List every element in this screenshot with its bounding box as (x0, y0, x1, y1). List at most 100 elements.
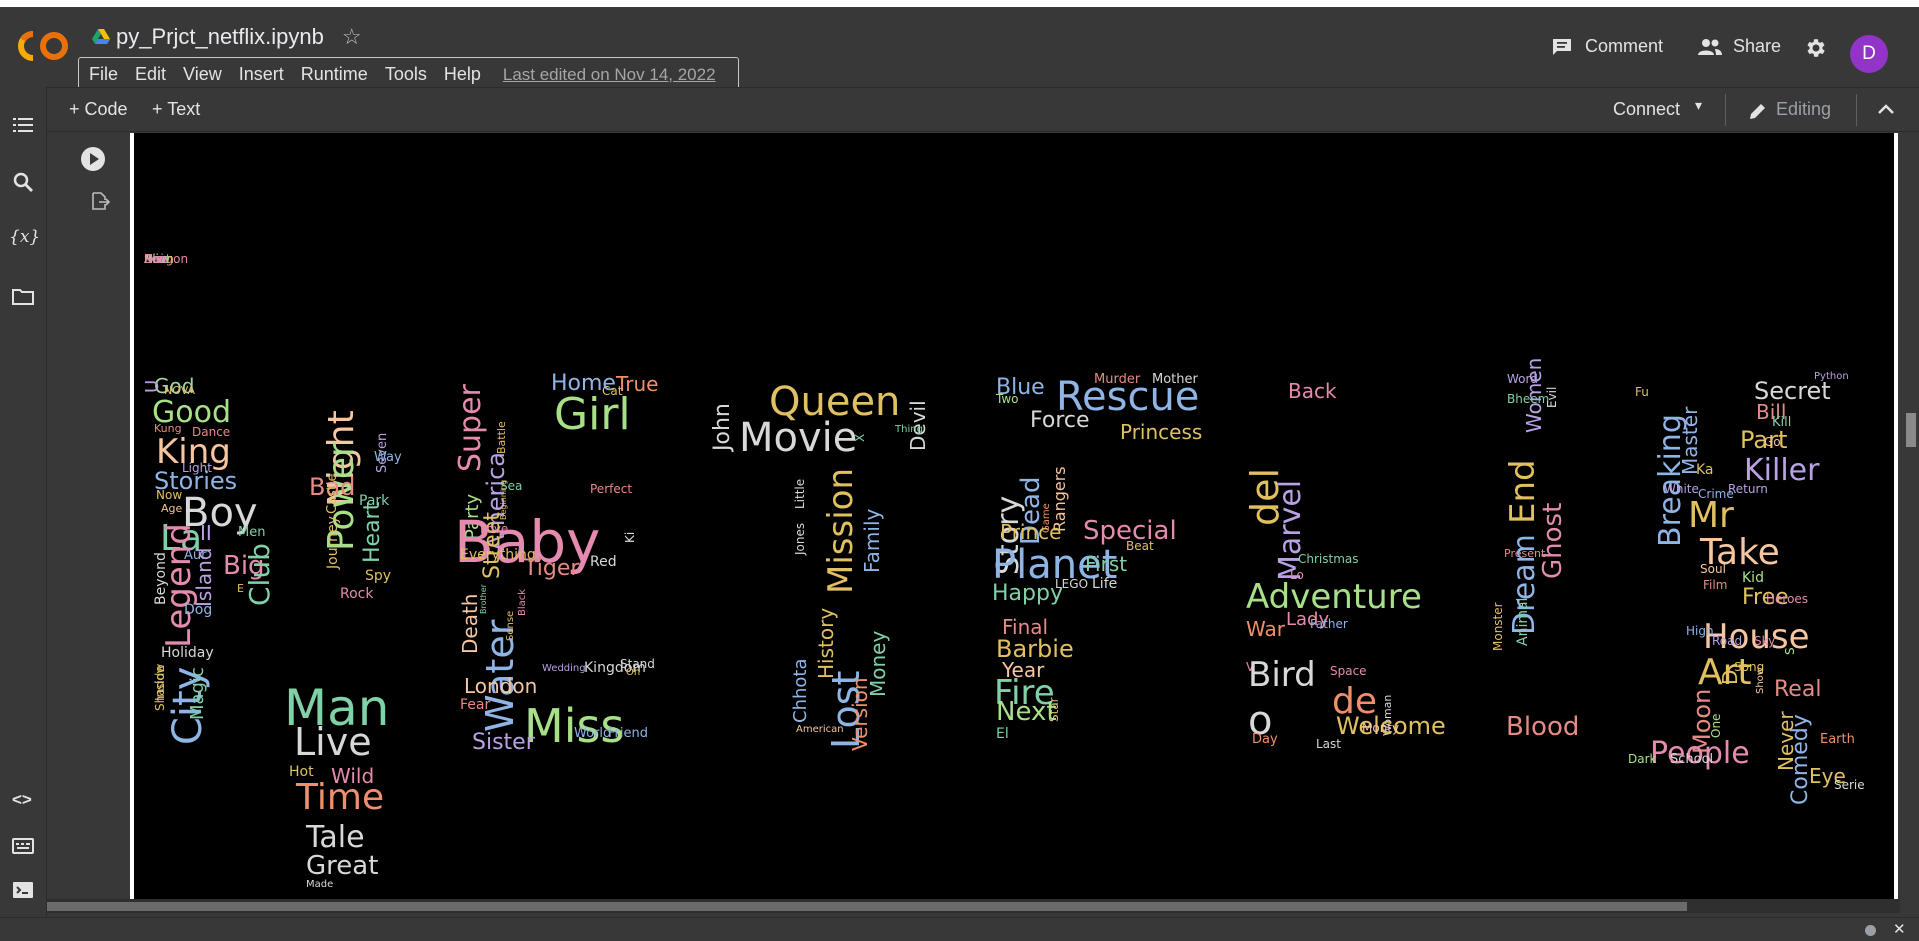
wordcloud-word: World (574, 726, 612, 741)
menu-edit[interactable]: Edit (135, 64, 166, 85)
wordcloud-word: Day (1252, 732, 1278, 747)
wordcloud-word: Bird (1248, 655, 1316, 695)
menu-insert[interactable]: Insert (239, 64, 284, 85)
wordcloud-word: Age (161, 502, 183, 515)
last-edited-link[interactable]: Last edited on Nov 14, 2022 (503, 65, 716, 85)
wordcloud-word: Women (1522, 357, 1546, 433)
wordcloud-word: Time (296, 777, 385, 818)
menu-help[interactable]: Help (444, 64, 481, 85)
wordcloud-word: Return (1728, 482, 1768, 496)
wordcloud-word: Great (306, 851, 379, 881)
wordcloud-word: Final (1002, 615, 1049, 639)
vertical-scrollbar[interactable] (1900, 133, 1919, 899)
status-bar: ✕ (0, 917, 1919, 941)
wordcloud-word: Road (1712, 634, 1743, 648)
wordcloud-word: Go (1764, 435, 1781, 449)
horizontal-scrollbar[interactable] (47, 899, 1900, 913)
wordcloud-word: X (853, 433, 867, 443)
menu-file[interactable]: File (89, 64, 118, 85)
wordcloud-word: Kid (1742, 570, 1764, 586)
wordcloud-word: Son (144, 252, 167, 266)
wordcloud-word: Heroes (1766, 592, 1809, 606)
google-drive-icon (92, 29, 110, 44)
connect-button[interactable]: Connect (1613, 99, 1680, 120)
files-folder-icon[interactable] (11, 285, 35, 309)
pencil-icon (1750, 104, 1765, 119)
wordcloud-word: Friend (608, 726, 648, 741)
share-button[interactable]: Share (1697, 36, 1781, 57)
wordcloud-word: II (200, 521, 212, 545)
status-dot-icon (1865, 925, 1876, 936)
wordcloud-word: History (814, 607, 838, 679)
wordcloud-word: Fu (1635, 385, 1649, 399)
toolbar-divider (1725, 94, 1726, 126)
wordcloud-word: Version (848, 677, 872, 751)
comment-button[interactable]: Comment (1551, 36, 1663, 57)
wordcloud-word: Tiger (524, 556, 580, 581)
wordcloud-word: Chhota (790, 658, 811, 723)
wordcloud-word: Magic (187, 667, 208, 720)
horizontal-scroll-thumb[interactable] (47, 902, 1687, 911)
wordcloud-word: Father (1310, 617, 1348, 631)
command-palette-icon[interactable] (11, 834, 35, 858)
wordcloud-word: Family (860, 508, 884, 573)
cell-output-wordcloud: God U NOVA Good Kung Dance King Light Stories Now… (130, 133, 1898, 899)
wordcloud-word: Film (1703, 578, 1728, 592)
star-icon[interactable]: ☆ (342, 24, 362, 50)
wordcloud-word: Force (1030, 408, 1090, 433)
wordcloud-word: High (1686, 624, 1714, 638)
wordcloud-word: Live (294, 720, 372, 764)
menu-tools[interactable]: Tools (385, 64, 427, 85)
vertical-scroll-thumb[interactable] (1906, 413, 1916, 447)
wordcloud-word: Journey (325, 515, 341, 569)
wordcloud-word: Python (1814, 371, 1849, 382)
wordcloud-canvas: God U NOVA Good Kung Dance King Light Stories Now… (134, 133, 1894, 899)
wordcloud-word: Earth (1820, 732, 1855, 747)
wordcloud-word: White (1664, 482, 1699, 496)
wordcloud-word: Mission (821, 467, 861, 594)
wordcloud-word: Wedding (542, 663, 586, 674)
editing-mode-label[interactable]: Editing (1776, 99, 1831, 120)
colab-logo-icon[interactable] (16, 29, 72, 63)
wordcloud-word: American (796, 724, 844, 735)
wordcloud-word: London (464, 674, 538, 698)
wordcloud-word: Princess (1120, 420, 1203, 444)
notebook-toolbar: + Code + Text Connect ▾ Editing (47, 87, 1919, 132)
wordcloud-word: Island (192, 547, 216, 607)
add-code-button[interactable]: + Code (69, 99, 128, 120)
wordcloud-word: D (1718, 669, 1742, 685)
settings-gear-icon[interactable] (1803, 36, 1827, 60)
run-cell-icon[interactable] (80, 146, 106, 172)
output-actions-icon[interactable] (90, 191, 110, 211)
wordcloud-word: Spy (365, 568, 392, 584)
wordcloud-word: Sense (505, 610, 516, 641)
comment-icon (1553, 38, 1571, 55)
close-status-icon[interactable]: ✕ (1893, 920, 1906, 938)
wordcloud-word: Back (1288, 379, 1337, 403)
wordcloud-word: Red (590, 554, 617, 570)
wordcloud-word: Rock (340, 586, 374, 602)
wordcloud-word: One (1709, 713, 1723, 738)
menu-runtime[interactable]: Runtime (301, 64, 368, 85)
connect-dropdown-icon[interactable]: ▾ (1695, 97, 1702, 114)
table-of-contents-icon[interactable] (11, 113, 35, 137)
wordcloud-word: School (1670, 752, 1714, 767)
chevron-up-icon[interactable] (1877, 102, 1895, 116)
search-icon[interactable] (11, 170, 35, 194)
app-header: py_Prjct_netflix.ipynb ☆ File Edit View … (0, 7, 1919, 92)
menu-view[interactable]: View (183, 64, 222, 85)
code-snippets-icon[interactable]: <> (12, 790, 36, 814)
wordcloud-word: Next (996, 697, 1057, 727)
user-avatar[interactable]: D (1850, 35, 1888, 73)
wordcloud-word: Beat (1126, 539, 1154, 553)
share-label: Share (1733, 36, 1782, 56)
notebook-title[interactable]: py_Prjct_netflix.ipynb (116, 24, 324, 50)
add-text-button[interactable]: + Text (152, 99, 200, 120)
terminal-icon[interactable] (11, 878, 35, 902)
variables-icon[interactable]: {x} (9, 227, 40, 251)
wordcloud-word: Prince (1000, 520, 1062, 544)
wordcloud-word: Two (996, 392, 1019, 406)
wordcloud-word: John (710, 402, 735, 451)
wordcloud-word: Serie (1834, 778, 1865, 792)
wordcloud-word: Holiday (161, 645, 214, 661)
